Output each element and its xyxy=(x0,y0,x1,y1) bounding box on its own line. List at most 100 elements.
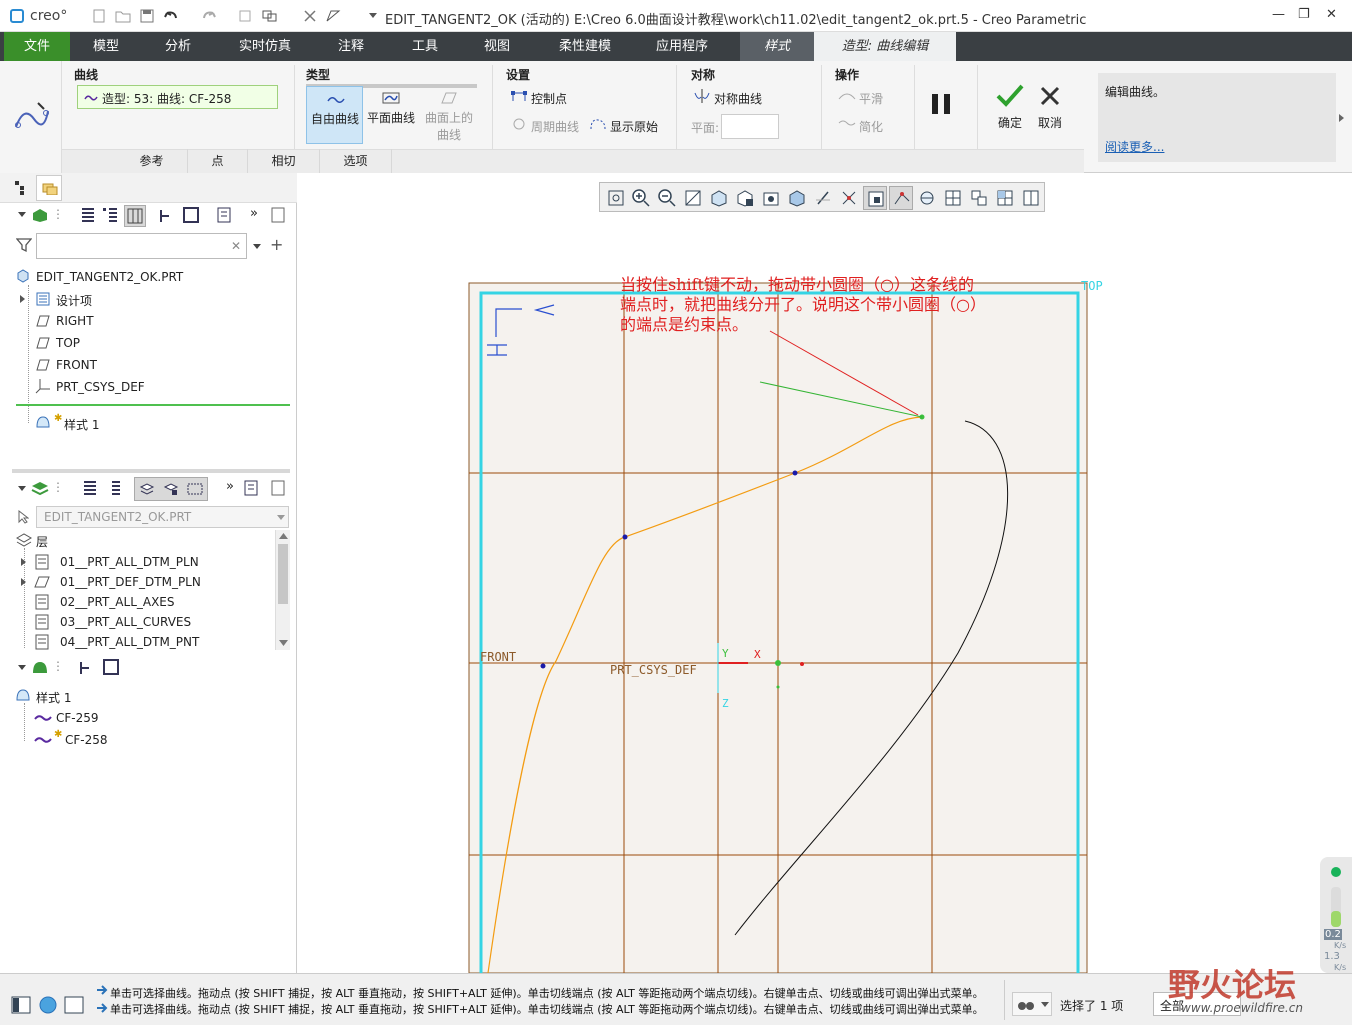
periodic-curve-icon[interactable] xyxy=(511,117,527,131)
show-columns-button[interactable] xyxy=(124,205,146,227)
menu-tools[interactable]: 工具 xyxy=(396,32,454,61)
style-tree-curve[interactable]: CF-259 xyxy=(56,711,99,725)
expand-arrow-icon[interactable] xyxy=(19,294,27,304)
style-tree-display-icon[interactable] xyxy=(103,659,119,675)
surface-curve-button[interactable]: 曲面上的 曲线 xyxy=(421,86,477,144)
symmetric-curve-label[interactable]: 对称曲线 xyxy=(714,90,762,107)
layer-list-icon[interactable] xyxy=(80,480,98,496)
free-curve-button[interactable]: 自由曲线 xyxy=(306,86,363,144)
tree-export-icon[interactable] xyxy=(270,207,286,223)
clear-search-icon[interactable]: ✕ xyxy=(231,239,241,253)
layer-export-icon[interactable] xyxy=(270,480,286,496)
panel-splitter[interactable] xyxy=(12,469,290,473)
browser-toggle-icon[interactable] xyxy=(38,996,58,1014)
chevron-down-icon[interactable] xyxy=(17,485,27,493)
chevron-down-icon[interactable] xyxy=(17,664,27,672)
plane-curve-button[interactable]: 平面曲线 xyxy=(365,86,419,144)
menu-curve-edit[interactable]: 造型: 曲线编辑 xyxy=(814,32,956,61)
layer-scrollbar[interactable] xyxy=(275,530,290,650)
periodic-curve-label[interactable]: 周期曲线 xyxy=(531,118,579,135)
subtab-references[interactable]: 参考 xyxy=(116,149,188,173)
expand-arrow-icon[interactable] xyxy=(20,577,28,587)
scroll-down-icon[interactable] xyxy=(279,640,288,646)
subtab-tangent[interactable]: 相切 xyxy=(248,149,320,173)
model-tree-icon[interactable] xyxy=(30,207,50,223)
chevron-down-icon[interactable] xyxy=(17,211,27,219)
simplify-label[interactable]: 简化 xyxy=(859,118,883,135)
ok-button[interactable]: 确定 xyxy=(998,114,1022,131)
graphics-window[interactable]: 当按住shift键不动，拖动带小圆圈（○）这条线的 端点时，就把曲线分开了。说明… xyxy=(298,173,1352,973)
menu-flexible-modeling[interactable]: 柔性建模 xyxy=(548,32,622,61)
menu-analysis[interactable]: 分析 xyxy=(148,32,208,61)
tree-filter-icon[interactable] xyxy=(78,207,96,223)
smooth-label[interactable]: 平滑 xyxy=(859,90,883,107)
layer-item[interactable]: 01__PRT_ALL_DTM_PLN xyxy=(60,555,199,569)
menu-annotate[interactable]: 注释 xyxy=(322,32,380,61)
more-chevron-icon[interactable]: » xyxy=(250,206,258,221)
tree-search-input[interactable]: ✕ xyxy=(36,233,247,259)
menu-file[interactable]: 文件 xyxy=(4,32,70,61)
style-tree-curve[interactable]: CF-258 xyxy=(65,733,108,747)
regenerate-icon[interactable] xyxy=(238,9,254,23)
layer-item[interactable]: 02__PRT_ALL_AXES xyxy=(60,595,175,609)
find-button[interactable] xyxy=(1012,992,1052,1016)
layer-item[interactable]: 01__PRT_DEF_DTM_PLN xyxy=(60,575,201,589)
menu-view[interactable]: 视图 xyxy=(468,32,526,61)
hide-layer-icon[interactable] xyxy=(163,481,179,497)
close-window-icon[interactable] xyxy=(303,9,317,23)
insert-indicator[interactable] xyxy=(16,404,290,406)
style-tree-options-icon[interactable]: ⋮ xyxy=(52,659,64,673)
layer-item[interactable]: 04__PRT_ALL_DTM_PNT xyxy=(60,635,199,649)
menu-applications[interactable]: 应用程序 xyxy=(644,32,720,61)
more-chevron-icon[interactable]: » xyxy=(226,479,234,494)
menu-simulation[interactable]: 实时仿真 xyxy=(228,32,302,61)
tree-right-plane[interactable]: RIGHT xyxy=(56,314,94,328)
symmetric-curve-icon[interactable] xyxy=(694,89,710,103)
cancel-icon[interactable] xyxy=(1039,86,1061,106)
style-tree-root[interactable]: 样式 1 xyxy=(36,689,71,706)
navigator-toggle-icon[interactable] xyxy=(11,996,31,1014)
tree-display-icon[interactable] xyxy=(183,207,199,223)
save-icon[interactable] xyxy=(140,9,154,23)
tree-style-feature[interactable]: 样式 1 xyxy=(64,416,99,433)
control-points-icon[interactable] xyxy=(511,89,527,103)
pause-icon[interactable] xyxy=(930,93,952,115)
chevron-down-icon[interactable] xyxy=(368,12,378,20)
tree-top-plane[interactable]: TOP xyxy=(56,336,80,350)
expand-arrow-icon[interactable] xyxy=(20,557,28,567)
tree-csys[interactable]: PRT_CSYS_DEF xyxy=(56,380,145,394)
style-tree-icon[interactable] xyxy=(30,659,50,675)
chevron-right-icon[interactable] xyxy=(1338,113,1346,123)
tree-options-icon[interactable]: ⋮ xyxy=(52,207,64,221)
full-screen-icon[interactable] xyxy=(64,996,84,1014)
symmetry-plane-input[interactable] xyxy=(721,114,779,139)
maximize-button[interactable]: ❐ xyxy=(1298,7,1310,22)
redo-icon[interactable] xyxy=(201,9,217,23)
new-file-icon[interactable] xyxy=(92,9,106,23)
show-layer-icon[interactable] xyxy=(139,481,155,497)
curve-selection-field[interactable]: 造型: 53: 曲线: CF-258 xyxy=(77,85,278,109)
cancel-button[interactable]: 取消 xyxy=(1038,114,1062,131)
menu-style[interactable]: 样式 xyxy=(740,32,814,61)
tree-properties-icon[interactable] xyxy=(216,207,232,223)
model-tree-tab-icon[interactable] xyxy=(14,180,28,196)
tree-root[interactable]: EDIT_TANGENT2_OK.PRT xyxy=(36,270,183,284)
tree-front-plane[interactable]: FRONT xyxy=(56,358,97,372)
close-button[interactable]: ✕ xyxy=(1326,7,1337,22)
layers-icon[interactable] xyxy=(30,480,50,496)
read-more-link[interactable]: 阅读更多... xyxy=(1105,138,1164,155)
simplify-icon[interactable] xyxy=(838,117,856,131)
control-points-label[interactable]: 控制点 xyxy=(531,90,567,107)
show-original-label[interactable]: 显示原始 xyxy=(610,118,658,135)
tree-design-items[interactable]: 设计项 xyxy=(56,292,92,309)
active-model-select[interactable]: EDIT_TANGENT2_OK.PRT xyxy=(36,506,289,528)
tree-columns-icon[interactable] xyxy=(158,208,176,224)
tree-settings-icon[interactable] xyxy=(101,207,119,223)
layer-properties-icon[interactable] xyxy=(243,480,261,496)
show-original-icon[interactable] xyxy=(589,117,607,131)
smooth-icon[interactable] xyxy=(838,89,856,103)
undo-icon[interactable] xyxy=(163,9,179,23)
isolate-layer-icon[interactable] xyxy=(187,481,203,497)
checkmark-icon[interactable] xyxy=(995,83,1025,109)
chevron-down-icon[interactable] xyxy=(252,243,262,251)
